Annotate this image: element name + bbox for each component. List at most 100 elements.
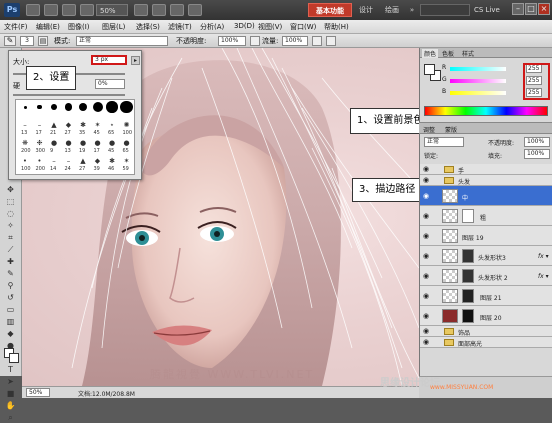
tablet-opacity-icon[interactable] (250, 36, 260, 46)
brush-preset[interactable]: ✶ 59 (120, 156, 134, 173)
workspace-paint-button[interactable]: 绘画 (380, 3, 404, 17)
crop-tool-icon[interactable]: ⌗ (3, 232, 18, 243)
arrange-documents-icon[interactable] (170, 4, 184, 16)
workspace-basic-button[interactable]: 基本功能 (308, 3, 352, 17)
close-icon[interactable]: × (538, 3, 550, 15)
layer-hair-shape-2[interactable]: ◉ 头发形状 2 fx ▾ (420, 266, 552, 286)
eye-icon[interactable]: ◉ (423, 252, 429, 260)
red-slider[interactable] (450, 67, 506, 71)
menu-analysis[interactable]: 分析(A) (200, 22, 224, 32)
eraser-tool-icon[interactable]: ▭ (3, 304, 18, 315)
blend-mode-select[interactable]: 正常 (424, 137, 464, 147)
quick-select-tool-icon[interactable]: ✧ (3, 220, 18, 231)
layer-group-face-highlight[interactable]: ◉ 面部高光 (420, 337, 552, 348)
eye-icon[interactable]: ◉ (423, 212, 429, 220)
brush-preset[interactable]: ✱ 46 (105, 156, 119, 173)
brush-preset[interactable]: ● 17 (91, 138, 105, 155)
brush-preset[interactable]: ● 13 (62, 138, 76, 155)
mode-select[interactable]: 正常 (76, 36, 168, 46)
menu-help[interactable]: 帮助(H) (324, 22, 349, 32)
tab-masks[interactable]: 蒙版 (445, 125, 457, 134)
popup-menu-icon[interactable]: ▸ (131, 56, 140, 65)
brush-preset[interactable]: • 100 (18, 156, 32, 173)
clone-stamp-tool-icon[interactable]: ⚲ (3, 280, 18, 291)
zoom-tool-icon-2[interactable]: ⌕ (3, 412, 18, 423)
menu-file[interactable]: 文件(F) (4, 22, 28, 32)
layer-opacity-field[interactable]: 100% (524, 137, 550, 147)
bridge-icon[interactable] (26, 4, 40, 16)
brush-preset[interactable] (105, 101, 119, 114)
tab-styles[interactable]: 样式 (462, 49, 474, 58)
tab-color[interactable]: 颜色 (422, 49, 439, 58)
marquee-tool-icon[interactable]: ⬚ (3, 196, 18, 207)
layer-group-hand[interactable]: ◉ 手 (420, 164, 552, 175)
tab-adjustments[interactable]: 调整 (423, 125, 435, 134)
path-select-tool-icon[interactable]: ➤ (3, 376, 18, 387)
cs-live-button[interactable]: CS Live (474, 4, 512, 16)
brush-preset[interactable]: ◆ 39 (91, 156, 105, 173)
brush-preset[interactable]: ❉ 300 (33, 138, 47, 155)
menu-3d[interactable]: 3D(D) (234, 22, 255, 30)
layer-20[interactable]: ◉ 图层 20 (420, 306, 552, 326)
menu-layer[interactable]: 图层(L) (102, 22, 125, 32)
zoom-tool-icon[interactable] (80, 4, 94, 16)
lasso-tool-icon[interactable]: ◌ (3, 208, 18, 219)
color-spectrum[interactable] (424, 106, 548, 116)
fx-icon[interactable]: fx ▾ (538, 253, 549, 260)
eye-icon[interactable]: ◉ (423, 327, 429, 335)
brush-preset[interactable]: –24 (62, 156, 76, 173)
maximize-icon[interactable]: □ (525, 3, 537, 15)
brush-preset[interactable] (18, 102, 32, 114)
move-tool-icon[interactable]: ✥ (3, 184, 18, 195)
gradient-tool-icon[interactable]: ▥ (3, 316, 18, 327)
workspace-more-icon[interactable]: » (406, 3, 418, 17)
zoom-dropdown[interactable]: 50% (96, 4, 128, 16)
brush-preset[interactable]: ▲ 27 (76, 156, 90, 173)
fill-field[interactable]: 100% (524, 149, 550, 159)
hand-tool-icon-2[interactable]: ✋ (3, 400, 18, 411)
green-slider[interactable] (450, 79, 506, 83)
menu-filter[interactable]: 滤镜(T) (168, 22, 192, 32)
airbrush-icon[interactable] (312, 36, 322, 46)
blue-slider[interactable] (450, 91, 506, 95)
eye-icon[interactable]: ◉ (423, 165, 429, 173)
brush-preset-picker[interactable]: 3 (20, 36, 34, 46)
brush-preset[interactable]: ✶ 45 (91, 120, 105, 137)
brush-preset[interactable] (76, 102, 90, 114)
brush-preset[interactable] (62, 102, 76, 114)
menu-view[interactable]: 视图(V) (258, 22, 282, 32)
background-color-swatch[interactable] (9, 353, 19, 363)
workspace-design-button[interactable]: 设计 (354, 3, 378, 17)
brush-tool-icon[interactable]: ✎ (3, 268, 18, 279)
view-extras-icon[interactable] (62, 4, 76, 16)
brush-tool-preset-icon[interactable]: ✎ (4, 36, 16, 46)
eye-icon[interactable]: ◉ (423, 192, 429, 200)
menu-image[interactable]: 图像(I) (68, 22, 90, 32)
search-field[interactable] (420, 4, 470, 16)
rotate-view-icon[interactable] (152, 4, 166, 16)
brush-size-field[interactable]: 3 px (91, 55, 127, 65)
hardness-slider[interactable] (13, 94, 125, 96)
eye-icon[interactable]: ◉ (423, 176, 429, 184)
fx-icon[interactable]: fx ▾ (538, 273, 549, 280)
tablet-size-icon[interactable] (326, 36, 336, 46)
flow-field[interactable]: 100% (282, 36, 308, 46)
brush-preset[interactable] (33, 102, 47, 114)
menu-select[interactable]: 选择(S) (136, 22, 160, 32)
brush-preset[interactable] (120, 100, 134, 114)
brush-preset[interactable]: –14 (47, 156, 61, 173)
history-brush-tool-icon[interactable]: ↺ (3, 292, 18, 303)
screen-mode-icon[interactable] (188, 4, 202, 16)
brush-preset[interactable]: • 200 (33, 156, 47, 173)
eye-icon[interactable]: ◉ (423, 292, 429, 300)
hardness-field[interactable]: 0% (95, 79, 125, 89)
eye-icon[interactable]: ◉ (423, 232, 429, 240)
brush-preset[interactable]: ✱ 35 (76, 120, 90, 137)
menu-window[interactable]: 窗口(W) (290, 22, 316, 32)
brush-preset[interactable]: ⋆ 65 (105, 120, 119, 137)
type-tool-icon[interactable]: T (3, 364, 18, 375)
brush-preset[interactable]: ▲ 21 (47, 120, 61, 137)
tab-swatches[interactable]: 色板 (442, 49, 454, 58)
brush-preset[interactable]: –13 (18, 120, 32, 137)
brush-preset[interactable] (91, 102, 105, 114)
